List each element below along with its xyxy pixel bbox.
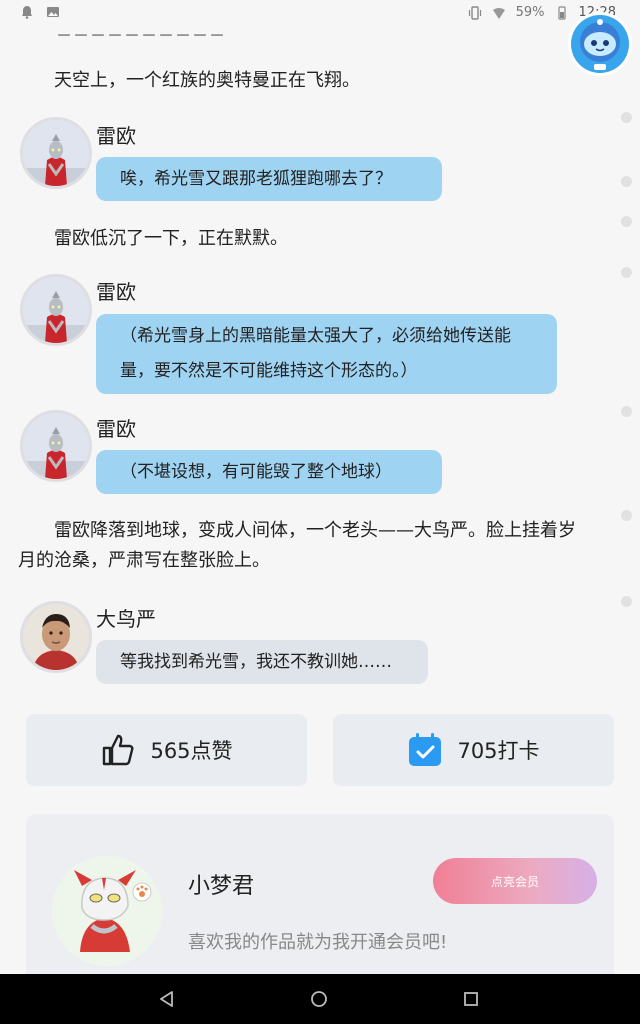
scroll-dot: [621, 176, 632, 187]
speaker-name: 雷欧: [96, 417, 136, 441]
status-bar-left: [20, 5, 60, 19]
activate-membership-button[interactable]: 点亮会员: [433, 858, 597, 904]
section-divider: －－－－－－－－－－: [56, 26, 227, 45]
narration-line: 天空上，一个红族的奥特曼正在飞翔。: [54, 70, 360, 91]
speaker-name: 雷欧: [96, 280, 136, 304]
like-button[interactable]: 565点赞: [26, 714, 307, 786]
avatar-leo[interactable]: [20, 410, 92, 482]
battery-percent: 59%: [515, 5, 545, 20]
checkin-count: 705打卡: [457, 739, 540, 763]
author-description: 喜欢我的作品就为我开通会员吧!: [188, 932, 448, 953]
speaker-name: 大鸟严: [96, 607, 156, 631]
signal-icon: [492, 7, 505, 19]
vibrate-icon: [468, 5, 481, 20]
scroll-dot: [621, 596, 632, 607]
speaker-name: 雷欧: [96, 124, 136, 148]
author-avatar[interactable]: [52, 856, 162, 966]
avatar-leo[interactable]: [20, 274, 92, 346]
avatar-daniaoyan[interactable]: [20, 601, 92, 673]
dialogue-bubble: （不堪设想，有可能毁了整个地球）: [96, 450, 442, 494]
image-icon: [47, 7, 59, 17]
narration-line: 雷欧低沉了一下，正在默默。: [54, 228, 288, 249]
dialogue-bubble: （希光雪身上的黑暗能量太强大了，必须给她传送能量，要不然是不可能维持这个形态的。…: [96, 314, 557, 394]
home-icon[interactable]: [310, 990, 328, 1008]
scroll-dot: [621, 216, 632, 227]
scroll-dot: [621, 510, 632, 521]
scroll-dot: [621, 267, 632, 278]
navigation-bar: [0, 974, 640, 1024]
thumbs-up-icon: [103, 734, 134, 766]
back-icon[interactable]: [158, 990, 176, 1008]
author-name: 小梦君: [188, 874, 255, 899]
calendar-check-icon: [409, 733, 442, 766]
avatar-leo[interactable]: [20, 117, 92, 189]
scroll-dot: [621, 112, 632, 123]
dialogue-bubble: 唉，希光雪又跟那老狐狸跑哪去了？: [96, 157, 442, 201]
dialogue-bubble: 等我找到希光雪，我还不教训她……: [96, 640, 428, 684]
scroll-dot: [621, 406, 632, 417]
narration-line: 雷欧降落到地球，变成人间体，一个老头——大鸟严。脸上挂着岁月的沧桑，严肃写在整张…: [18, 520, 576, 571]
checkin-button[interactable]: 705打卡: [333, 714, 614, 786]
notification-icon: [22, 6, 32, 19]
recents-icon[interactable]: [462, 990, 480, 1008]
like-count: 565点赞: [150, 739, 233, 763]
